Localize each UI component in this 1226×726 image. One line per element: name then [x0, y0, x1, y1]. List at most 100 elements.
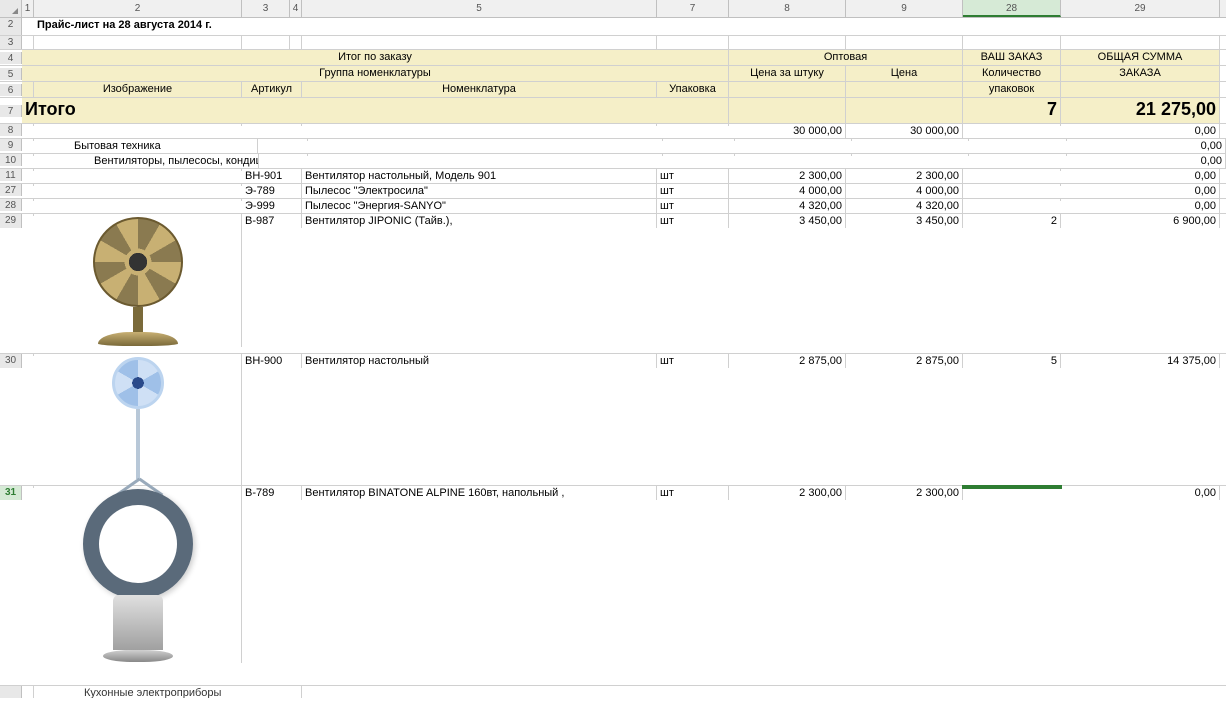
article-code: ВН-900	[242, 354, 302, 368]
price-per-unit: 2 300,00	[729, 169, 846, 183]
category-label: Вентиляторы, пылесосы, кондиционеры	[34, 154, 259, 168]
product-image	[63, 357, 213, 499]
totals-qty: 7	[963, 98, 1061, 123]
row-header[interactable]: 2	[0, 18, 22, 35]
row-header[interactable]: 3	[0, 36, 22, 49]
qty-cell[interactable]	[969, 139, 1067, 141]
row-header[interactable]: 31	[0, 486, 22, 500]
header-nomen-group: Группа номенклатуры	[22, 66, 729, 81]
product-image	[63, 217, 213, 346]
header-your-order: ВАШ ЗАКАЗ	[963, 50, 1061, 65]
col-header[interactable]: 5	[302, 0, 657, 17]
header-price-unit: Цена за штуку	[729, 66, 846, 81]
row-sum: 0,00	[1061, 184, 1220, 198]
price: 2 300,00	[846, 169, 963, 183]
qty-cell[interactable]	[963, 184, 1061, 186]
header-qty: Количество	[963, 66, 1061, 81]
row-header[interactable]: 11	[0, 169, 22, 181]
price: 4 320,00	[846, 199, 963, 213]
price-per-unit: 4 000,00	[729, 184, 846, 198]
header-grand-total2: ЗАКАЗА	[1061, 66, 1220, 81]
pack-unit: шт	[657, 169, 729, 183]
col-header[interactable]: 3	[242, 0, 290, 17]
row-header[interactable]: 9	[0, 139, 22, 151]
price: 4 000,00	[846, 184, 963, 198]
article-code: В-789	[242, 486, 302, 500]
qty-cell[interactable]	[963, 199, 1061, 201]
column-headers[interactable]: 1 2 3 4 5 7 8 9 28 29	[0, 0, 1226, 18]
header-qty2: упаковок	[963, 82, 1061, 97]
row-header[interactable]: 28	[0, 199, 22, 211]
row-header[interactable]: 6	[0, 84, 22, 96]
col-header[interactable]: 4	[290, 0, 302, 17]
select-all-corner[interactable]	[0, 0, 22, 17]
product-name: Вентилятор настольный	[302, 354, 657, 368]
row-header[interactable]: 10	[0, 154, 22, 166]
row-header[interactable]: 30	[0, 354, 22, 368]
row-header[interactable]: 29	[0, 214, 22, 228]
col-header[interactable]: 8	[729, 0, 846, 17]
price-per-unit: 2 300,00	[729, 486, 846, 500]
header-grand-total: ОБЩАЯ СУММА	[1061, 50, 1220, 65]
qty-cell[interactable]	[963, 124, 1061, 126]
row-sum: 0,00	[1061, 199, 1220, 213]
spreadsheet[interactable]: 1 2 3 4 5 7 8 9 28 29 2 Прайс-лист на 28…	[0, 0, 1226, 726]
row-header[interactable]	[0, 686, 22, 698]
product-name: Пылесос "Электросила"	[302, 184, 657, 198]
article-code: Э-789	[242, 184, 302, 198]
col-header[interactable]: 29	[1061, 0, 1220, 17]
pack-unit: шт	[657, 486, 729, 500]
totals-sum: 21 275,00	[1061, 98, 1220, 123]
qty-cell[interactable]	[969, 154, 1067, 156]
col-header[interactable]: 9	[846, 0, 963, 17]
row-sum: 0,00	[1067, 154, 1226, 168]
qty-cell[interactable]: 2	[963, 214, 1061, 228]
header-image: Изображение	[34, 82, 242, 97]
product-name: Пылесос "Энергия-SANYO"	[302, 199, 657, 213]
pack-unit: шт	[657, 199, 729, 213]
price-per-unit: 2 875,00	[729, 354, 846, 368]
header-order-summary: Итог по заказу	[22, 50, 729, 65]
product-name: Вентилятор BINATONE ALPINE 160вт, наполь…	[302, 486, 657, 500]
row-header[interactable]: 4	[0, 52, 22, 64]
row-header[interactable]: 5	[0, 68, 22, 80]
price-per-unit: 30 000,00	[729, 124, 846, 138]
row-sum: 0,00	[1061, 169, 1220, 183]
header-price: Цена	[846, 66, 963, 81]
product-name: Вентилятор настольный, Модель 901	[302, 169, 657, 183]
article-code: Э-999	[242, 199, 302, 213]
header-nomen: Номенклатура	[302, 82, 657, 97]
article-code: ВН-901	[242, 169, 302, 183]
row-sum: 0,00	[1061, 124, 1220, 138]
header-article: Артикул	[242, 82, 302, 97]
row-header[interactable]: 27	[0, 184, 22, 196]
price: 2 875,00	[846, 354, 963, 368]
header-pack: Упаковка	[657, 82, 729, 97]
price: 3 450,00	[846, 214, 963, 228]
product-image	[63, 489, 213, 662]
price-per-unit: 3 450,00	[729, 214, 846, 228]
price: 30 000,00	[846, 124, 963, 138]
col-header[interactable]: 1	[22, 0, 34, 17]
col-header[interactable]: 2	[34, 0, 242, 17]
col-header-active[interactable]: 28	[963, 0, 1061, 17]
qty-cell[interactable]: 5	[963, 354, 1061, 368]
row-sum: 0,00	[1061, 486, 1220, 500]
row-sum: 0,00	[1067, 139, 1226, 153]
pack-unit: шт	[657, 214, 729, 228]
price-per-unit: 4 320,00	[729, 199, 846, 213]
product-name: Вентилятор JIPONIC (Тайв.),	[302, 214, 657, 228]
pack-unit: шт	[657, 354, 729, 368]
pack-unit: шт	[657, 184, 729, 198]
category-label: Бытовая техника	[34, 139, 258, 153]
page-title: Прайс-лист на 28 августа 2014 г.	[34, 18, 215, 35]
row-header[interactable]: 8	[0, 124, 22, 136]
row-header[interactable]: 7	[0, 105, 22, 117]
row-sum: 14 375,00	[1061, 354, 1220, 368]
totals-label: Итого	[22, 98, 729, 123]
header-wholesale: Оптовая	[729, 50, 963, 65]
qty-cell[interactable]	[963, 169, 1061, 171]
qty-cell[interactable]	[963, 486, 1061, 488]
col-header[interactable]: 7	[657, 0, 729, 17]
article-code: В-987	[242, 214, 302, 228]
